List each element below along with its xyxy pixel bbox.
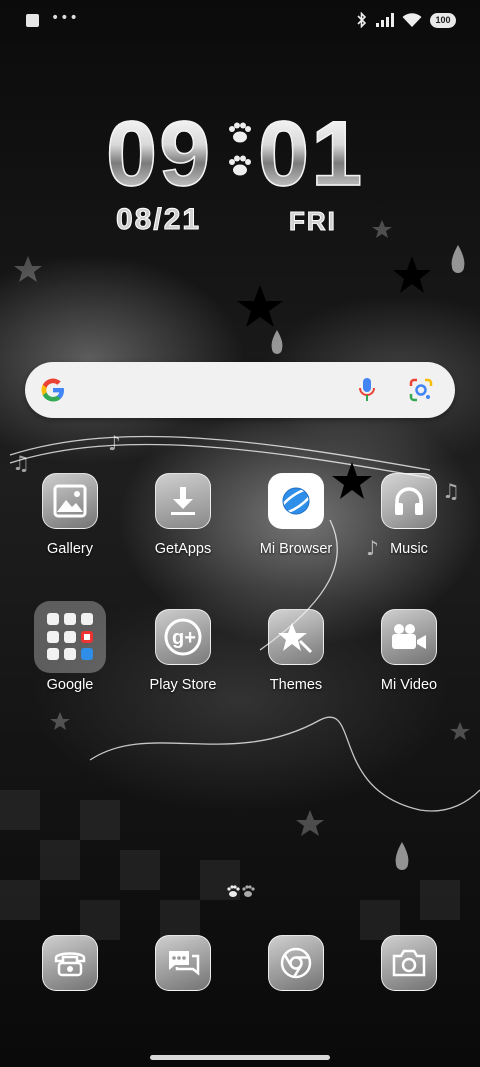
app-themes[interactable]: Themes xyxy=(246,609,346,693)
chrome-icon xyxy=(280,947,312,979)
app-mi-video[interactable]: Mi Video xyxy=(359,609,459,693)
svg-text:♫: ♫ xyxy=(12,451,30,475)
app-mi-browser[interactable]: Mi Browser xyxy=(246,473,346,557)
home-gesture-bar[interactable] xyxy=(150,1055,330,1060)
google-lens-icon[interactable] xyxy=(408,377,434,403)
chat-icon xyxy=(168,951,200,976)
clock-minutes[interactable]: 01 xyxy=(257,107,364,201)
svg-text:♪: ♪ xyxy=(108,431,121,455)
app-gallery[interactable]: Gallery xyxy=(20,473,120,557)
dock-messages[interactable] xyxy=(155,935,211,991)
dock-phone[interactable] xyxy=(42,935,98,991)
google-g-icon xyxy=(41,378,64,402)
bluetooth-icon xyxy=(357,12,367,28)
dock-chrome[interactable] xyxy=(268,935,324,991)
headphones-icon xyxy=(381,473,437,529)
dock-camera[interactable] xyxy=(381,935,437,991)
clock-weekday: FRI xyxy=(289,206,337,237)
battery-level: 100 xyxy=(435,15,451,25)
video-camera-icon xyxy=(381,609,437,665)
signal-icon xyxy=(376,13,394,27)
app-label: GetApps xyxy=(154,541,212,557)
app-music[interactable]: Music xyxy=(359,473,459,557)
clock-hours[interactable]: 09 xyxy=(105,107,212,201)
app-label: Mi Browser xyxy=(259,541,333,557)
paw-colon-icon xyxy=(229,122,251,176)
notification-square-icon xyxy=(26,14,39,27)
folder-icon xyxy=(34,601,106,673)
app-label: Google xyxy=(46,677,94,693)
svg-text:g+: g+ xyxy=(172,627,196,649)
app-play-store[interactable]: g+ Play Store xyxy=(133,609,233,693)
page-indicator xyxy=(227,885,255,897)
google-search-bar[interactable] xyxy=(25,362,455,418)
app-label: Play Store xyxy=(149,677,217,693)
app-getapps[interactable]: GetApps xyxy=(133,473,233,557)
battery-icon: 100 xyxy=(430,12,456,28)
download-icon xyxy=(155,473,211,529)
app-label: Themes xyxy=(269,677,323,693)
app-label: Music xyxy=(390,541,428,557)
status-bar-left: ••• xyxy=(26,9,79,27)
app-label: Mi Video xyxy=(380,677,438,693)
camera-icon xyxy=(392,949,426,977)
clock-date: 08/21 xyxy=(115,203,202,237)
planet-icon xyxy=(268,473,324,529)
gallery-icon xyxy=(42,473,98,529)
star-icon xyxy=(268,609,324,665)
app-label: Gallery xyxy=(47,541,93,557)
phone-icon xyxy=(54,952,86,977)
more-dots-icon: ••• xyxy=(51,9,79,26)
wifi-icon xyxy=(402,12,422,27)
status-bar-right: 100 xyxy=(356,12,456,28)
google-plus-icon: g+ xyxy=(155,609,211,665)
app-google-folder[interactable]: Google xyxy=(20,601,120,693)
microphone-icon[interactable] xyxy=(357,376,377,404)
